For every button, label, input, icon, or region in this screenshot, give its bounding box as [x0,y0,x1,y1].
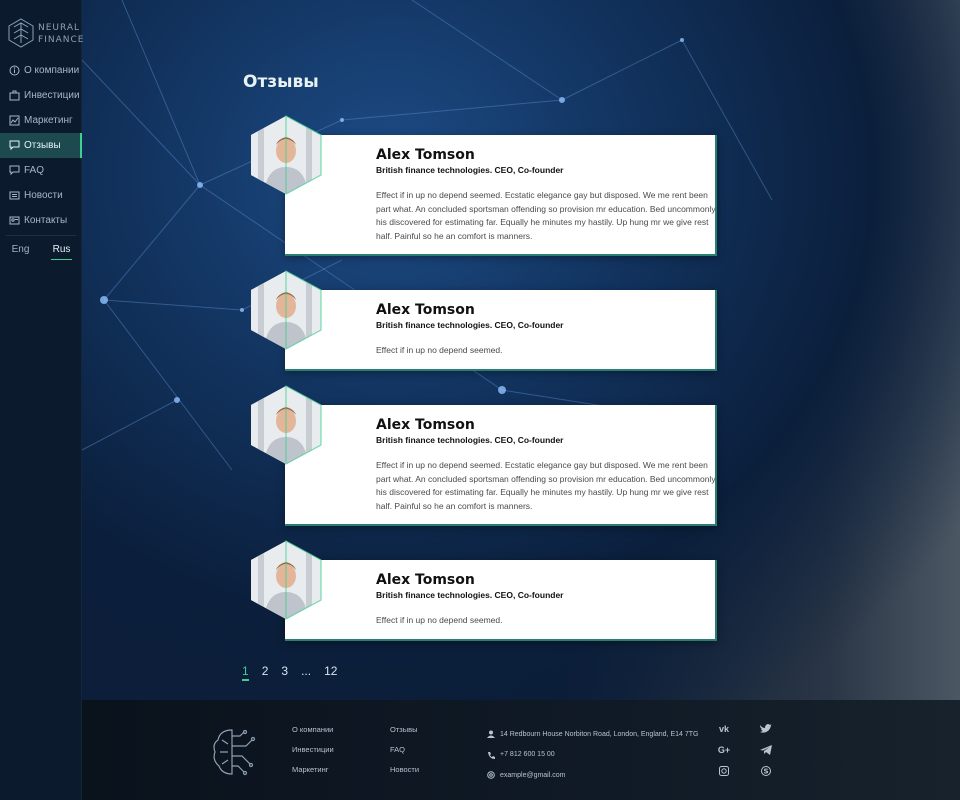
reviewer-role: British finance technologies. CEO, Co-fo… [376,590,564,600]
review-card: Alex Tomson British finance technologies… [285,135,717,256]
brand-logo[interactable]: NEURAL FINANCE [8,18,83,54]
page-1[interactable]: 1 [242,664,249,681]
reviewer-role: British finance technologies. CEO, Co-fo… [376,320,564,330]
footer: О компании Инвестиции Маркетинг Отзывы F… [82,700,960,800]
svg-text:S: S [763,767,768,775]
review-card: Alex Tomson British finance technologies… [285,405,717,526]
address-row: 14 Redbourn House Norbiton Road, London,… [487,724,698,745]
address-text: 14 Redbourn House Norbiton Road, London,… [500,730,699,738]
faq-icon [9,165,20,176]
nav-item-about[interactable]: О компании [0,58,82,83]
nav-label: Отзывы [24,140,61,151]
vk-icon[interactable]: vk [716,722,732,735]
reviewer-role: British finance technologies. CEO, Co-fo… [376,165,564,175]
nav-label: Контакты [24,215,68,226]
review-card: Alex Tomson British finance technologies… [285,560,717,641]
pagination: 1 2 3 ... 12 [242,664,350,681]
main-nav: О компании Инвестиции Маркетинг Отзывы F… [0,58,82,233]
footer-link-news[interactable]: Новости [390,765,419,785]
comment-icon [9,140,20,151]
reviewer-name: Alex Tomson [376,302,475,318]
email-row: example@gmail.com [487,765,698,786]
footer-links-col1: О компании Инвестиции Маркетинг [292,725,334,785]
contacts-icon [9,215,20,226]
nav-item-contacts[interactable]: Контакты [0,208,82,233]
nav-item-news[interactable]: Новости [0,183,82,208]
brand-line1: NEURAL [38,23,81,33]
reviewer-name: Alex Tomson [376,572,475,588]
social-links: vk G+ S [716,722,778,777]
sidebar-divider [6,235,76,236]
phone-row: +7 812 600 15 00 [487,745,698,766]
nav-label: О компании [24,65,80,76]
nav-label: Маркетинг [24,115,73,126]
nav-item-marketing[interactable]: Маркетинг [0,108,82,133]
brand-line2: FINANCE [38,35,85,45]
reviewer-role: British finance technologies. CEO, Co-fo… [376,435,564,445]
avatar [251,270,322,350]
review-card: Alex Tomson British finance technologies… [285,290,717,371]
footer-link-reviews[interactable]: Отзывы [390,725,419,745]
lang-rus[interactable]: Rus [50,244,73,260]
briefcase-icon [9,90,20,101]
brain-logo-icon[interactable] [212,726,258,778]
at-icon [487,771,495,780]
sidebar: NEURAL FINANCE О компании Инвестиции Мар… [0,0,83,800]
avatar [251,115,322,195]
nav-item-reviews[interactable]: Отзывы [0,133,82,158]
nav-item-faq[interactable]: FAQ [0,158,82,183]
page-title: Отзывы [243,72,319,92]
nav-label: Новости [24,190,63,201]
review-text: Effect if in up no depend seemed. Ecstat… [376,460,716,511]
google-plus-icon[interactable]: G+ [716,743,732,756]
phone-text[interactable]: +7 812 600 15 00 [500,751,555,758]
page-ellipsis: ... [301,664,312,678]
nav-label: FAQ [24,165,45,176]
chart-icon [9,115,20,126]
skype-icon[interactable]: S [758,764,774,777]
instagram-icon[interactable] [716,764,732,777]
language-switcher: Eng Rus [0,244,82,260]
review-text: Effect if in up no depend seemed. [376,615,503,625]
avatar [251,540,322,620]
lang-eng[interactable]: Eng [10,244,32,260]
avatar [251,385,322,465]
twitter-icon[interactable] [758,722,774,735]
user-icon [487,730,495,739]
footer-link-faq[interactable]: FAQ [390,745,419,765]
reviewer-name: Alex Tomson [376,417,475,433]
footer-link-marketing[interactable]: Маркетинг [292,765,334,785]
review-text: Effect if in up no depend seemed. Ecstat… [376,190,716,241]
phone-icon [488,751,495,759]
footer-contacts: 14 Redbourn House Norbiton Road, London,… [487,724,698,786]
footer-link-investments[interactable]: Инвестиции [292,745,334,765]
telegram-icon[interactable] [758,743,774,756]
brain-logo-icon [8,18,34,48]
nav-item-investments[interactable]: Инвестиции [0,83,82,108]
email-text[interactable]: example@gmail.com [500,772,565,779]
info-icon [9,65,20,76]
news-icon [9,190,20,201]
review-text: Effect if in up no depend seemed. [376,345,503,355]
footer-links-col2: Отзывы FAQ Новости [390,725,419,785]
page-3[interactable]: 3 [281,664,288,681]
reviewer-name: Alex Tomson [376,147,475,163]
nav-label: Инвестиции [24,90,80,101]
footer-link-about[interactable]: О компании [292,725,334,745]
page-12[interactable]: 12 [324,664,337,681]
page-2[interactable]: 2 [262,664,269,681]
